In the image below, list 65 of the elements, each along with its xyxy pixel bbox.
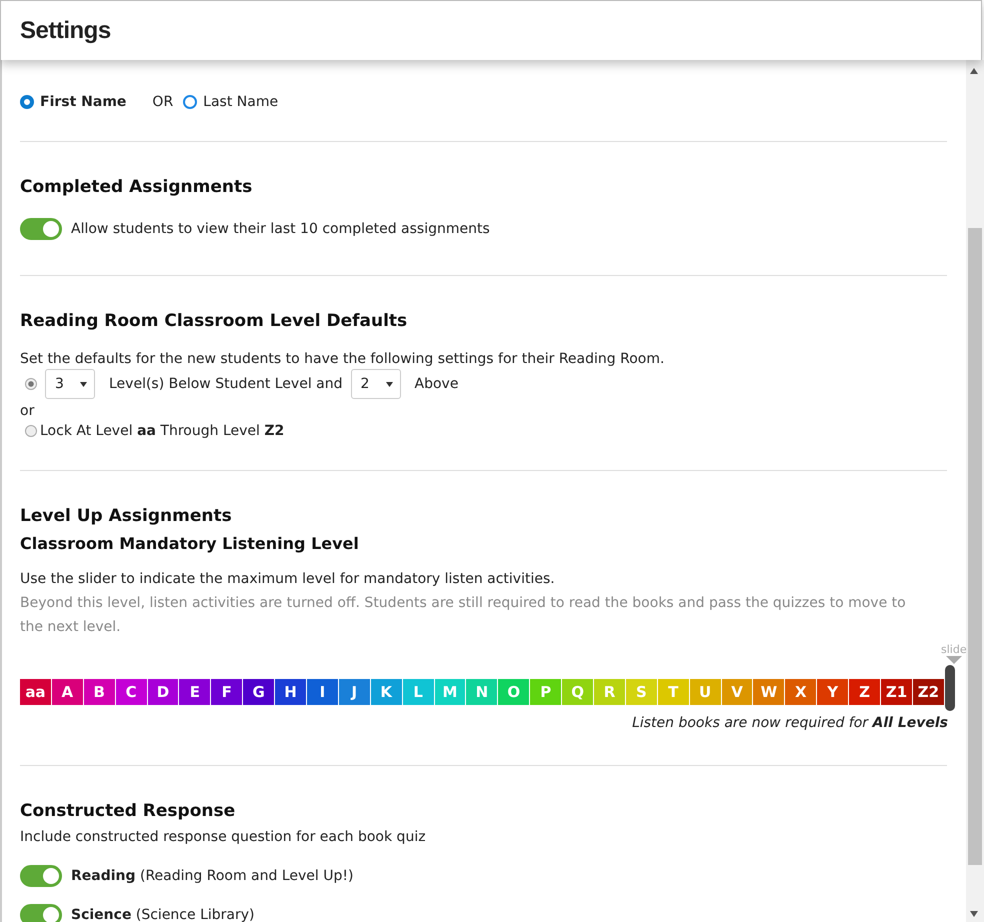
- level-tile: aa: [20, 679, 51, 705]
- level-tile: K: [370, 679, 402, 705]
- level-select[interactable]: 3: [45, 369, 95, 399]
- separator-text: or: [20, 403, 36, 419]
- level-tile: I: [307, 679, 338, 705]
- toggle-label: Allow students to view their last 10 completed assignments: [71, 221, 490, 237]
- level-tile: Y: [817, 679, 848, 705]
- level-tile: D: [148, 679, 178, 705]
- level-tile: S: [626, 679, 657, 705]
- level-tile: Z: [849, 679, 880, 705]
- level-tile: B: [84, 679, 115, 705]
- toggle-switch[interactable]: [20, 904, 62, 922]
- level-tile: P: [530, 679, 562, 705]
- radio-button[interactable]: [20, 95, 34, 109]
- level-tile: H: [275, 679, 306, 705]
- option-label: Lock At Level aa Through Level Z2: [40, 423, 284, 439]
- scroll-down-icon[interactable]: [970, 911, 978, 917]
- toggle-label: Reading (Reading Room and Level Up!): [71, 868, 354, 884]
- level-tile: X: [785, 679, 816, 705]
- section-description: Include constructed response question for each book quiz: [20, 829, 427, 845]
- level-tile: A: [52, 679, 83, 705]
- radio-label[interactable]: First Name: [40, 94, 126, 110]
- help-text: Beyond this level, listen activities are turned off. Students are still required to read the books and pass the quizzes to move to the next level.: [20, 594, 907, 637]
- level-tile: Z2: [912, 679, 944, 705]
- level-tile: G: [243, 679, 274, 705]
- level-tile: T: [658, 679, 689, 705]
- radio-button[interactable]: [25, 425, 37, 437]
- level-tile: O: [498, 679, 530, 705]
- section-heading: Level Up Assignments: [20, 506, 233, 526]
- level-tile: R: [594, 679, 625, 705]
- caret-icon: [386, 382, 393, 386]
- level-tile: L: [402, 679, 434, 705]
- slider-caption: Listen books are now required for All Levels: [631, 715, 948, 731]
- toggle-label: Science (Science Library): [71, 907, 254, 922]
- radio-label[interactable]: Last Name: [203, 94, 278, 110]
- separator-text: OR: [152, 94, 174, 110]
- dialog-title: Settings: [20, 16, 111, 44]
- level-tile: N: [466, 679, 498, 705]
- scroll-up-icon[interactable]: [970, 68, 978, 74]
- level-tile: J: [338, 679, 370, 705]
- radio-button[interactable]: [25, 378, 37, 390]
- subsection-heading: Classroom Mandatory Listening Level: [20, 534, 360, 553]
- slider-handle[interactable]: [945, 665, 955, 711]
- radio-button[interactable]: [183, 95, 198, 109]
- toggle-switch[interactable]: [20, 218, 62, 240]
- option-label: Level(s) Below Student Level and: [109, 376, 343, 392]
- level-tile: W: [753, 679, 784, 705]
- level-tile: M: [434, 679, 466, 705]
- section-heading: Constructed Response: [20, 801, 236, 821]
- section-heading: Completed Assignments: [20, 177, 254, 197]
- option-label: Above: [414, 376, 458, 392]
- level-tile: E: [179, 679, 210, 705]
- toggle-switch[interactable]: [20, 865, 62, 887]
- scrollbar[interactable]: [966, 60, 984, 922]
- level-tile: Z1: [881, 679, 912, 705]
- section-description: Set the defaults for the new students to have the following settings for their Reading Room.: [20, 351, 666, 367]
- level-tile: U: [690, 679, 721, 705]
- level-tile: F: [211, 679, 242, 705]
- level-tile: C: [116, 679, 147, 705]
- section-description: Use the slider to indicate the maximum level for mandatory listen activities.: [20, 571, 556, 587]
- level-tile: V: [722, 679, 752, 705]
- level-select[interactable]: 2: [350, 369, 401, 399]
- level-tile: Q: [562, 679, 594, 705]
- section-heading: Reading Room Classroom Level Defaults: [20, 311, 408, 331]
- caret-icon: [80, 382, 87, 386]
